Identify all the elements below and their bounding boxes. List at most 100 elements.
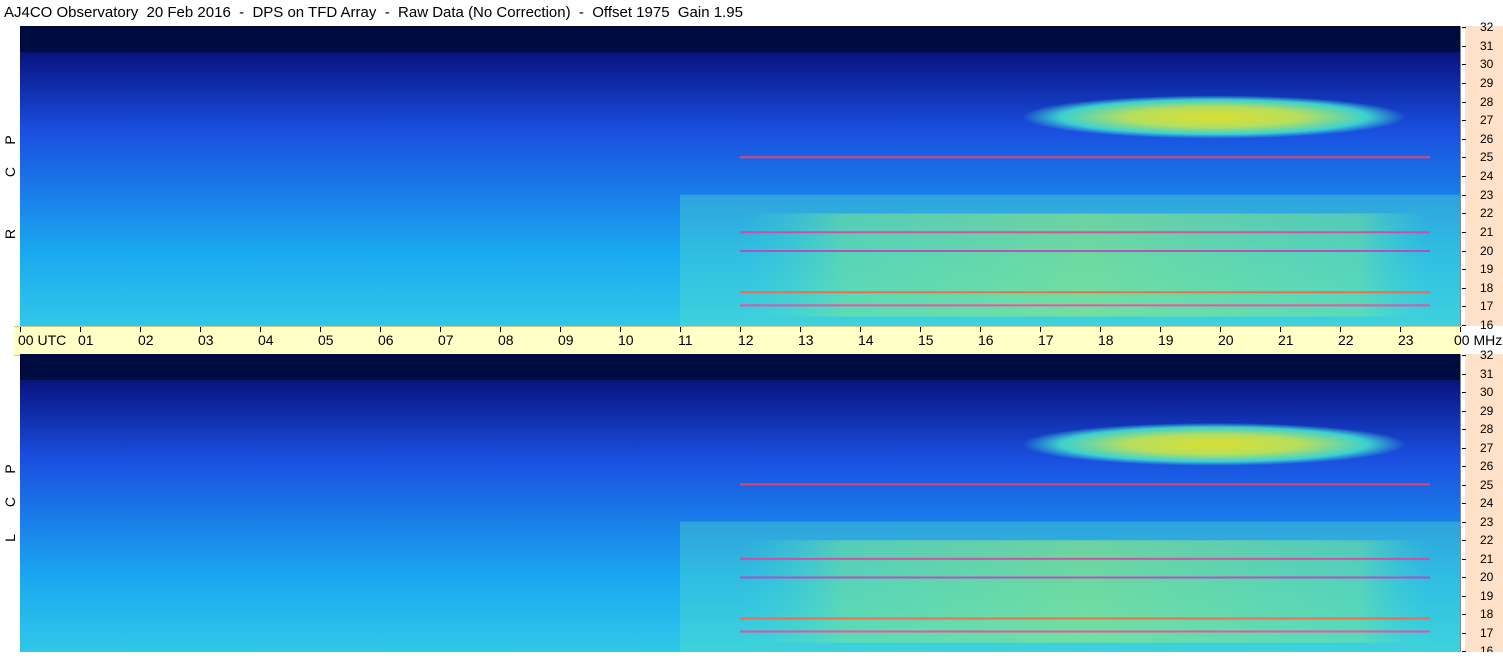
lcp-freq-label-25: 25 <box>1480 477 1494 492</box>
lcp-freq-tick-26 <box>1462 466 1466 467</box>
lcp-letter-l: L <box>2 534 18 542</box>
rcp-freq-tick-20 <box>1462 250 1466 252</box>
rcp-label: R C P <box>0 26 20 326</box>
time-tick-19: 19 <box>1158 332 1174 348</box>
time-tick-21: 21 <box>1278 332 1294 348</box>
time-tick-end: 00 MHz <box>1454 332 1503 348</box>
time-tick-09: 09 <box>558 332 574 348</box>
rcp-emission-1 <box>740 213 1430 317</box>
lcp-freq-tick-22 <box>1462 540 1466 541</box>
time-tick-03: 03 <box>198 332 214 348</box>
lcp-interference-line-4 <box>740 630 1430 633</box>
lcp-interference-line-2 <box>740 576 1430 579</box>
lcp-freq-tick-31 <box>1462 373 1466 375</box>
lcp-freq-tick-24 <box>1462 503 1466 504</box>
rcp-freq-tick-16 <box>1462 325 1466 326</box>
rcp-top-dark-band <box>20 26 1460 53</box>
time-tick-23: 23 <box>1398 332 1414 348</box>
lcp-freq-tick-32 <box>1462 355 1466 356</box>
time-tick-11: 11 <box>678 332 693 348</box>
lcp-freq-label-27: 27 <box>1480 440 1494 455</box>
rcp-spectrogram <box>20 26 1460 326</box>
lcp-freq-label-30: 30 <box>1480 385 1494 399</box>
time-tick-15: 15 <box>918 332 934 348</box>
rcp-emission-0 <box>1022 95 1406 139</box>
lcp-spectrogram-svg <box>20 354 1460 652</box>
time-tick-20: 20 <box>1218 332 1234 348</box>
rcp-freq-label-29: 29 <box>1480 75 1494 90</box>
time-tick-14: 14 <box>858 332 874 348</box>
rcp-freq-label-32: 32 <box>1480 20 1494 34</box>
rcp-freq-label-26: 26 <box>1480 131 1494 146</box>
lcp-letter-c: C <box>2 496 18 508</box>
lcp-interference-line-0 <box>740 483 1430 486</box>
rcp-freq-tick-28 <box>1462 101 1466 103</box>
lcp-interference-line-3 <box>740 617 1430 620</box>
rcp-freq-label-30: 30 <box>1480 57 1494 72</box>
rcp-freq-label-23: 23 <box>1480 187 1494 202</box>
rcp-freq-label-28: 28 <box>1480 94 1494 109</box>
lcp-freq-label-19: 19 <box>1480 588 1494 603</box>
lcp-freq-tick-27 <box>1462 447 1466 449</box>
lcp-freq-label-29: 29 <box>1480 403 1494 418</box>
chart-title: AJ4CO Observatory 20 Feb 2016 - DPS on T… <box>4 4 743 21</box>
time-tick-02: 02 <box>138 332 154 348</box>
rcp-freq-label-25: 25 <box>1480 150 1494 165</box>
rcp-interference-line-0 <box>740 156 1430 159</box>
lcp-label: L C P <box>0 354 20 652</box>
time-tick-01: 01 <box>78 332 94 348</box>
lcp-freq-label-26: 26 <box>1480 459 1494 473</box>
lcp-freq-label-28: 28 <box>1480 422 1494 436</box>
rcp-freq-label-17: 17 <box>1480 299 1494 314</box>
lcp-freq-tick-18 <box>1462 614 1466 615</box>
rcp-letter-r: R <box>2 228 18 240</box>
time-tick-17: 17 <box>1038 332 1054 348</box>
bottom-margin <box>0 652 1503 672</box>
rcp-letter-p: P <box>2 135 18 145</box>
lcp-freq-tick-19 <box>1462 595 1466 597</box>
lcp-freq-label-24: 24 <box>1480 496 1494 510</box>
time-tick-04: 04 <box>258 332 274 348</box>
rcp-freq-tick-32 <box>1462 27 1466 28</box>
lcp-freq-label-21: 21 <box>1480 551 1494 566</box>
lcp-emission-0 <box>1022 422 1406 466</box>
time-tick-start: 00 UTC <box>18 332 67 348</box>
lcp-freq-label-31: 31 <box>1480 366 1494 381</box>
rcp-freq-label-21: 21 <box>1480 224 1494 239</box>
lcp-freq-label-18: 18 <box>1480 607 1494 621</box>
time-axis: 00 UTC 01 02 03 04 05 06 07 08 09 10 11 12 13 14 15 16 17… <box>14 326 1502 356</box>
rcp-freq-label-18: 18 <box>1480 280 1494 295</box>
lcp-frequency-axis: 32 31 30 29 28 27 26 25 24 23 22 21 20 19 18 17 16 <box>1460 348 1503 658</box>
lcp-freq-tick-25 <box>1462 484 1466 486</box>
lcp-interference-line-1 <box>740 557 1430 560</box>
lcp-freq-tick-23 <box>1462 521 1466 523</box>
lcp-freq-label-17: 17 <box>1480 625 1494 640</box>
rcp-freq-tick-26 <box>1462 138 1466 140</box>
lcp-freq-label-23: 23 <box>1480 514 1494 529</box>
rcp-freq-tick-23 <box>1462 194 1466 196</box>
rcp-interference-line-1 <box>740 231 1430 234</box>
rcp-freq-label-20: 20 <box>1480 243 1494 258</box>
rcp-freq-tick-22 <box>1462 213 1466 215</box>
rcp-freq-tick-21 <box>1462 231 1466 233</box>
lcp-letter-p: P <box>2 464 18 474</box>
lcp-freq-tick-28 <box>1462 429 1466 430</box>
rcp-freq-tick-30 <box>1462 64 1466 66</box>
time-tick-18: 18 <box>1098 332 1114 348</box>
rcp-interference-line-2 <box>740 250 1430 252</box>
rcp-letter-c: C <box>2 166 18 178</box>
rcp-freq-tick-19 <box>1462 269 1466 271</box>
rcp-freq-tick-29 <box>1462 82 1466 84</box>
rcp-freq-label-31: 31 <box>1480 38 1494 53</box>
time-tick-05: 05 <box>318 332 334 348</box>
lcp-freq-label-32: 32 <box>1480 348 1494 362</box>
lcp-freq-tick-29 <box>1462 410 1466 412</box>
rcp-interference-line-4 <box>740 304 1430 307</box>
rcp-freq-label-22: 22 <box>1480 206 1494 221</box>
rcp-freq-tick-24 <box>1462 176 1466 177</box>
lcp-freq-tick-21 <box>1462 558 1466 560</box>
lcp-top-dark-band <box>20 354 1460 381</box>
time-tick-16: 16 <box>978 332 994 348</box>
lcp-freq-tick-17 <box>1462 632 1466 634</box>
rcp-freq-label-24: 24 <box>1480 169 1494 183</box>
